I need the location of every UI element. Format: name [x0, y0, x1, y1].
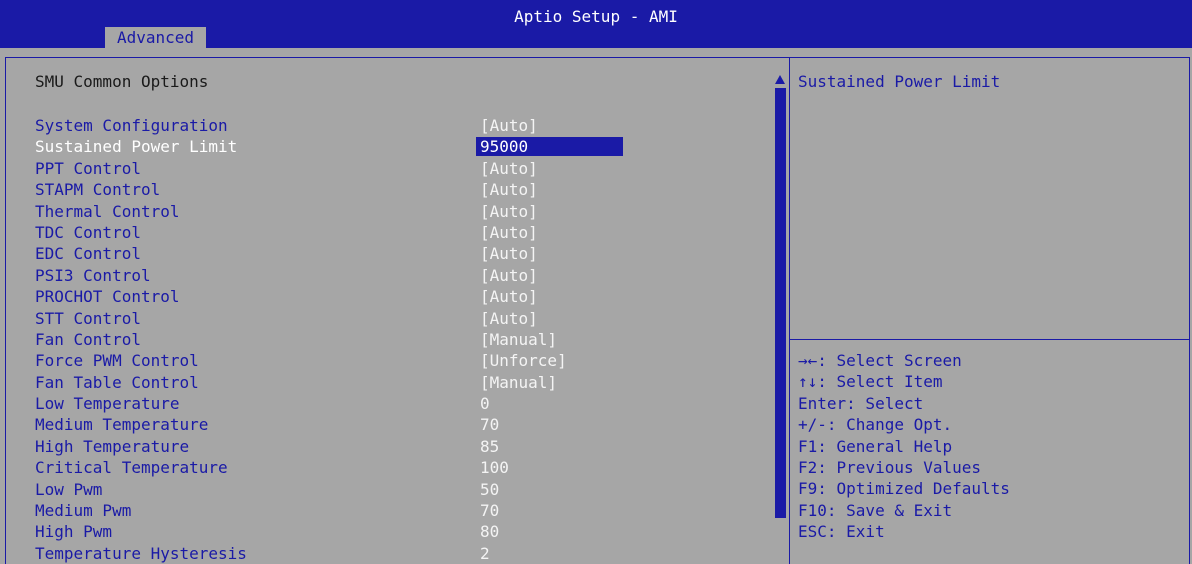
- setting-value-input[interactable]: 95000: [476, 137, 623, 157]
- setting-row-low-temperature[interactable]: Low Temperature 0: [35, 393, 775, 414]
- setting-value[interactable]: 70: [480, 500, 499, 521]
- setting-value[interactable]: [Auto]: [480, 115, 538, 136]
- app-title: Aptio Setup - AMI: [514, 7, 678, 26]
- help-divider: [790, 339, 1190, 340]
- setting-row-high-temperature[interactable]: High Temperature 85: [35, 436, 775, 457]
- scrollbar[interactable]: [775, 88, 786, 564]
- setting-row-low-pwm[interactable]: Low Pwm 50: [35, 479, 775, 500]
- setting-value[interactable]: 2: [480, 543, 490, 564]
- setting-label: Sustained Power Limit: [35, 137, 238, 157]
- setting-label: STAPM Control: [35, 180, 161, 200]
- setting-label: PROCHOT Control: [35, 287, 180, 307]
- setting-row-fan-table-control[interactable]: Fan Table Control [Manual]: [35, 372, 775, 393]
- setting-value[interactable]: 100: [480, 457, 509, 478]
- setting-row-medium-temperature[interactable]: Medium Temperature 70: [35, 414, 775, 435]
- setting-row-force-pwm-control[interactable]: Force PWM Control [Unforce]: [35, 350, 775, 371]
- key-hint-general-help: F1: General Help: [798, 436, 953, 456]
- setting-row-ppt-control[interactable]: PPT Control [Auto]: [35, 158, 775, 179]
- setting-row-critical-temperature[interactable]: Critical Temperature 100: [35, 457, 775, 478]
- setting-row-prochot-control[interactable]: PROCHOT Control [Auto]: [35, 286, 775, 307]
- setting-label: TDC Control: [35, 222, 141, 242]
- setting-label: PSI3 Control: [35, 265, 151, 285]
- setting-value[interactable]: [Auto]: [480, 243, 538, 264]
- setting-row-thermal-control[interactable]: Thermal Control [Auto]: [35, 201, 775, 222]
- setting-row-stapm-control[interactable]: STAPM Control [Auto]: [35, 179, 775, 200]
- setting-row-fan-control[interactable]: Fan Control [Manual]: [35, 329, 775, 350]
- setting-label: Critical Temperature: [35, 458, 228, 478]
- setting-value[interactable]: [Manual]: [480, 372, 557, 393]
- setting-row-system-configuration[interactable]: System Configuration [Auto]: [35, 115, 775, 136]
- tab-advanced[interactable]: Advanced: [105, 27, 207, 48]
- key-hint-select-item: ↑↓: Select Item: [798, 372, 943, 392]
- setting-label: PPT Control: [35, 158, 141, 178]
- key-hint-save-exit: F10: Save & Exit: [798, 500, 953, 520]
- setting-value[interactable]: [Unforce]: [480, 350, 567, 371]
- setting-label: Medium Pwm: [35, 501, 132, 521]
- setting-row-sustained-power-limit[interactable]: Sustained Power Limit 95000: [35, 136, 775, 157]
- setting-label: Fan Control: [35, 329, 141, 349]
- setting-row-temperature-hysteresis[interactable]: Temperature Hysteresis 2: [35, 543, 775, 564]
- setting-value[interactable]: 70: [480, 414, 499, 435]
- setting-label: Temperature Hysteresis: [35, 543, 247, 563]
- setting-label: Low Temperature: [35, 394, 180, 414]
- setting-value[interactable]: [Manual]: [480, 329, 557, 350]
- setting-value[interactable]: [Auto]: [480, 201, 538, 222]
- setting-value[interactable]: [Auto]: [480, 308, 538, 329]
- setting-value[interactable]: 80: [480, 521, 499, 542]
- key-hint-optimized-defaults: F9: Optimized Defaults: [798, 479, 1010, 499]
- setting-label: Force PWM Control: [35, 351, 199, 371]
- setting-value[interactable]: [Auto]: [480, 158, 538, 179]
- title-bar: Aptio Setup - AMI Advanced: [0, 0, 1192, 48]
- key-hint-change-opt: +/-: Change Opt.: [798, 415, 953, 435]
- scrollbar-thumb[interactable]: [775, 88, 786, 518]
- setting-label: Thermal Control: [35, 201, 180, 221]
- key-hint-exit: ESC: Exit: [798, 522, 885, 542]
- setting-row-tdc-control[interactable]: TDC Control [Auto]: [35, 222, 775, 243]
- key-hint-select-screen: →←: Select Screen: [798, 351, 962, 370]
- help-title: Sustained Power Limit: [798, 72, 1001, 91]
- setting-value[interactable]: 0: [480, 393, 490, 414]
- setting-label: Fan Table Control: [35, 372, 199, 392]
- key-hint-previous-values: F2: Previous Values: [798, 457, 982, 477]
- setting-row-edc-control[interactable]: EDC Control [Auto]: [35, 243, 775, 264]
- scroll-up-arrow-icon[interactable]: [775, 75, 785, 84]
- key-hint-enter: Enter: Select: [798, 393, 924, 413]
- setting-row-high-pwm[interactable]: High Pwm 80: [35, 521, 775, 542]
- setting-value[interactable]: [Auto]: [480, 265, 538, 286]
- setting-label: System Configuration: [35, 116, 228, 135]
- setting-value[interactable]: [Auto]: [480, 286, 538, 307]
- key-legend: →←: Select Screen ↑↓: Select Item Enter:…: [798, 350, 1178, 543]
- setting-value[interactable]: 85: [480, 436, 499, 457]
- setting-value[interactable]: [Auto]: [480, 222, 538, 243]
- setting-label: High Temperature: [35, 436, 190, 456]
- setting-label: EDC Control: [35, 244, 141, 264]
- setting-value[interactable]: [Auto]: [480, 179, 538, 200]
- setting-row-stt-control[interactable]: STT Control [Auto]: [35, 308, 775, 329]
- setting-row-medium-pwm[interactable]: Medium Pwm 70: [35, 500, 775, 521]
- section-title: SMU Common Options: [35, 72, 209, 91]
- settings-list: System Configuration [Auto] Sustained Pow…: [35, 115, 775, 564]
- setting-row-psi3-control[interactable]: PSI3 Control [Auto]: [35, 265, 775, 286]
- setting-label: High Pwm: [35, 522, 113, 542]
- setting-label: Low Pwm: [35, 479, 103, 499]
- setting-label: Medium Temperature: [35, 415, 209, 435]
- setting-value[interactable]: 50: [480, 479, 499, 500]
- setting-label: STT Control: [35, 308, 141, 328]
